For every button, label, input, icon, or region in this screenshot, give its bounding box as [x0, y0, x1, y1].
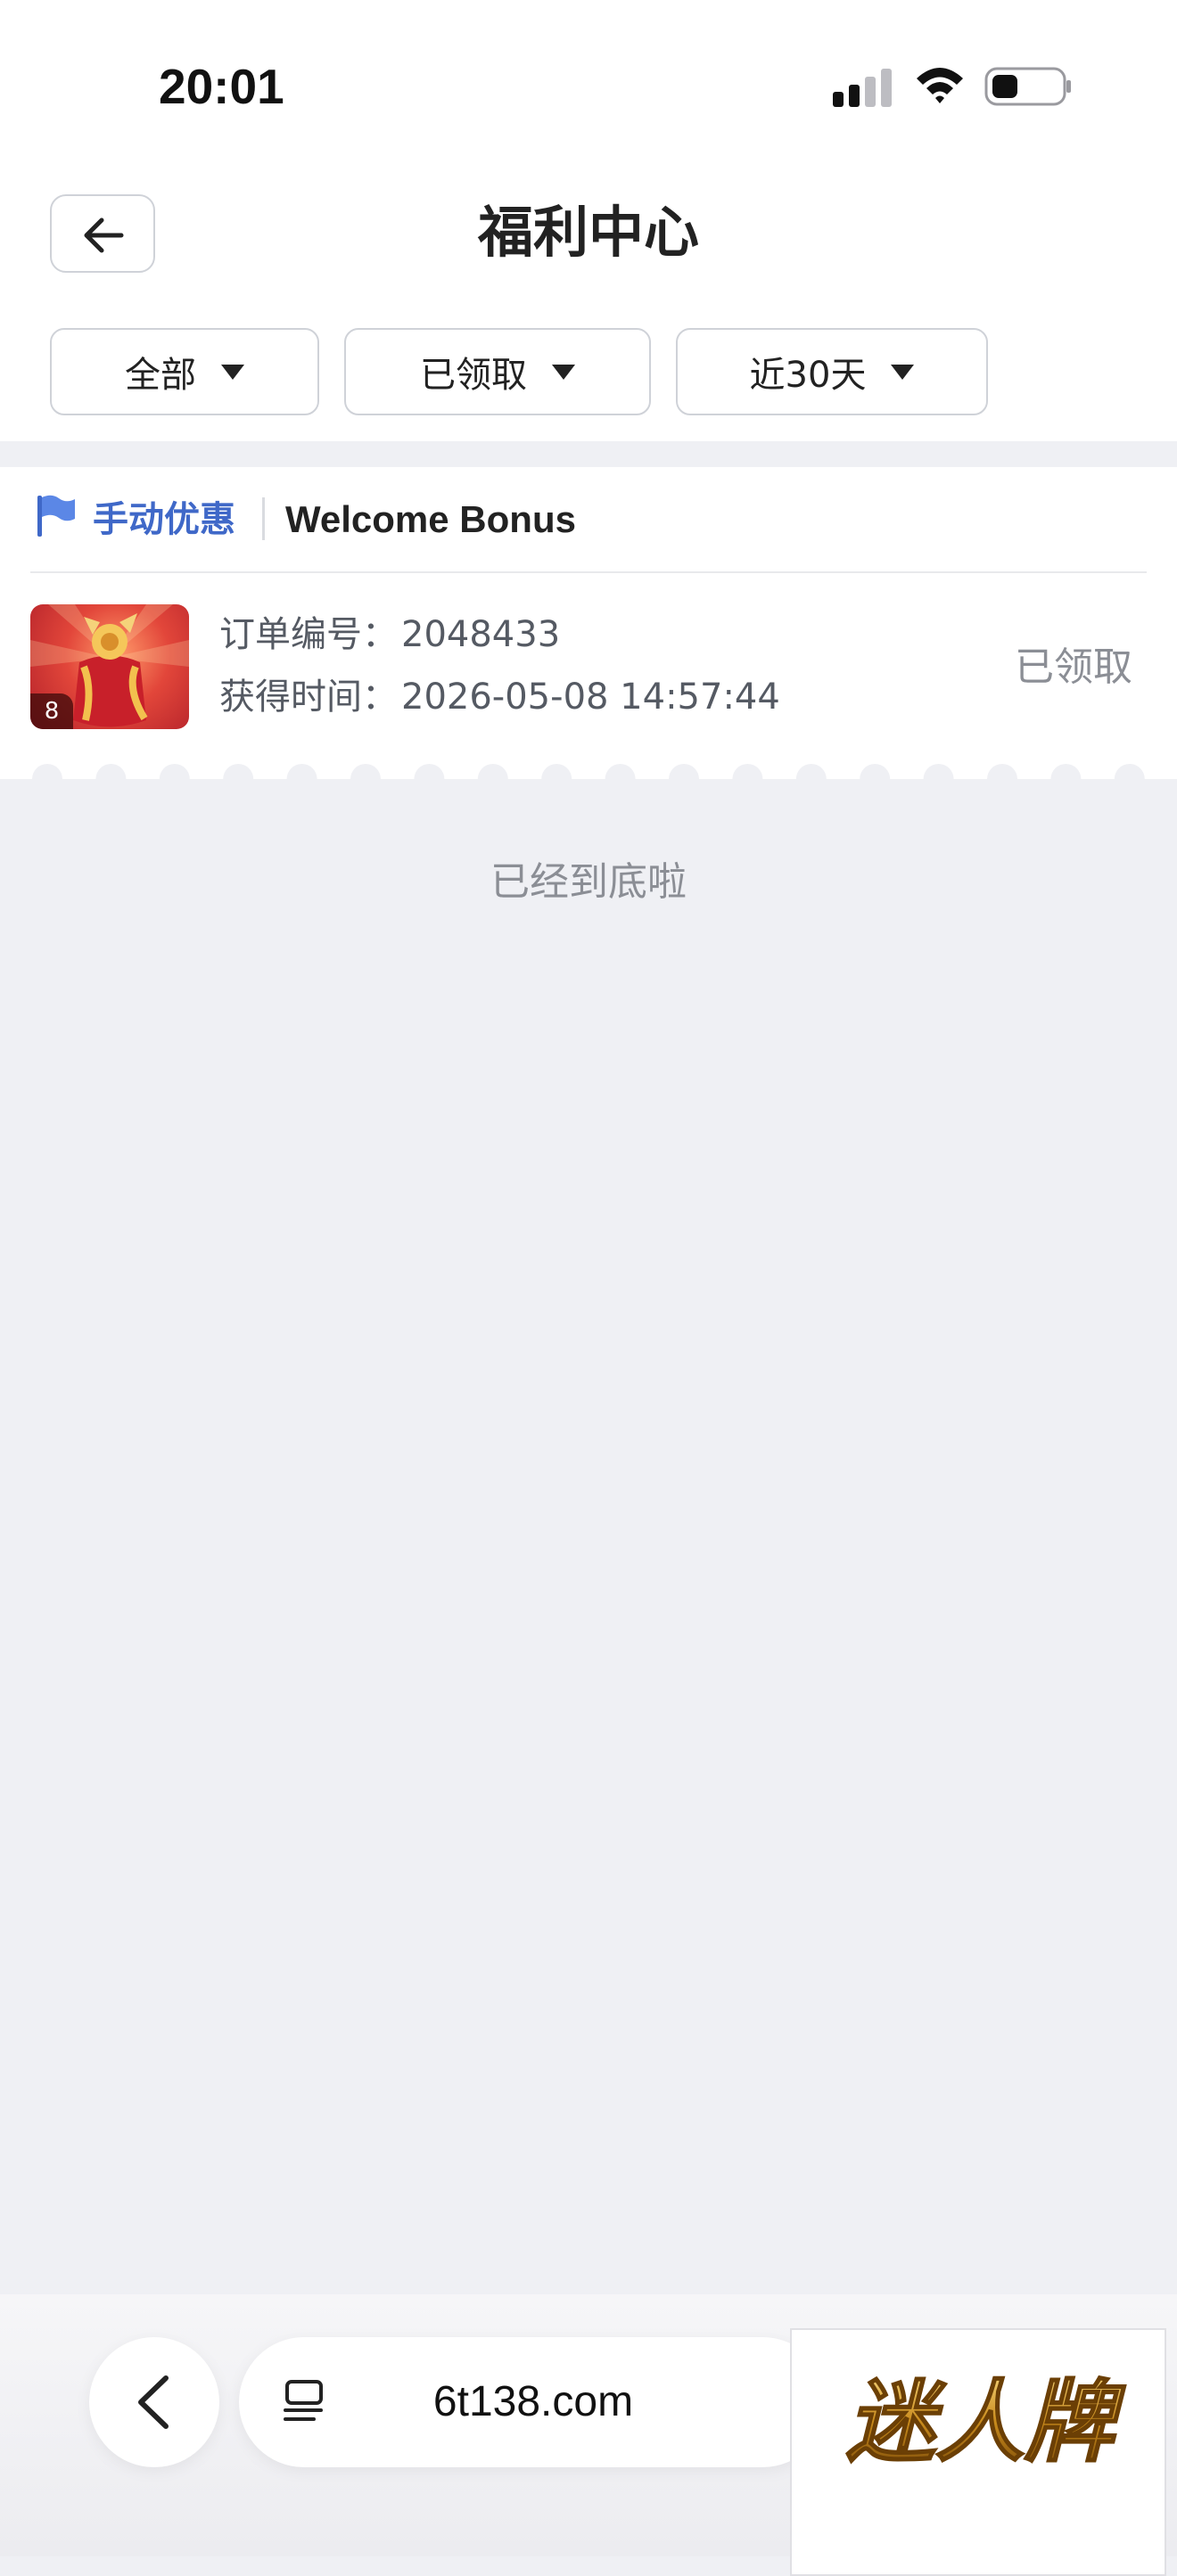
battery-icon: [984, 67, 1071, 106]
caret-down-icon: [891, 364, 915, 380]
bonus-thumbnail: 8: [30, 604, 189, 729]
card-scallop-edge: [0, 764, 1177, 788]
browser-back-button[interactable]: [89, 2337, 219, 2467]
divider: [30, 571, 1147, 573]
status-time: 20:01: [159, 59, 284, 114]
wifi-icon: [917, 68, 963, 103]
card-header: 手动优惠 Welcome Bonus: [0, 467, 1177, 572]
obtained-time-label: 获得时间：: [219, 677, 398, 718]
status-bar: 20:01: [0, 0, 1177, 169]
caret-down-icon: [221, 364, 244, 380]
claim-status: 已领取: [1015, 644, 1132, 690]
ad-logo: 迷人牌: [845, 2369, 1127, 2475]
address-bar[interactable]: 6t138.com: [239, 2337, 827, 2467]
caret-down-icon: [552, 364, 575, 380]
order-number-row: 订单编号： 2048433: [219, 608, 560, 661]
obtained-time-value: 2026-05-08 14:57:44: [401, 677, 780, 718]
filter-type-label: 全部: [125, 355, 196, 396]
divider: [262, 497, 265, 540]
filter-status-label: 已领取: [420, 355, 527, 396]
obtained-time-row: 获得时间： 2026-05-08 14:57:44: [219, 670, 780, 724]
signal-icon: [833, 69, 892, 107]
filter-type-dropdown[interactable]: 全部: [50, 328, 319, 415]
order-number-value: 2048433: [401, 614, 561, 655]
order-number-label: 订单编号：: [219, 614, 398, 655]
thumbnail-badge: 8: [30, 693, 73, 729]
bonus-name: Welcome Bonus: [285, 498, 576, 540]
filter-period-dropdown[interactable]: 近30天: [676, 328, 988, 415]
category-label: 手动优惠: [93, 499, 235, 540]
chevron-left-icon: [138, 2375, 169, 2429]
flag-icon: [37, 495, 75, 537]
svg-text:迷人牌: 迷人牌: [846, 2370, 1126, 2474]
tabs-icon: [284, 2380, 323, 2421]
browser-toolbar: 6t138.com 迷人牌: [0, 2294, 1177, 2576]
ad-banner[interactable]: 迷人牌: [790, 2328, 1166, 2576]
page-title: 福利中心: [477, 200, 699, 265]
filter-period-label: 近30天: [749, 355, 867, 396]
bonus-record-card[interactable]: 手动优惠 Welcome Bonus 8 订单编号： 2048433 获得时间： 2…: [0, 467, 1177, 788]
header: 福利中心 全部 已领取 近30天: [0, 169, 1177, 441]
url-text: 6t138.com: [432, 2378, 634, 2425]
filter-status-dropdown[interactable]: 已领取: [344, 328, 651, 415]
end-of-list-text: 已经到底啦: [490, 859, 687, 905]
